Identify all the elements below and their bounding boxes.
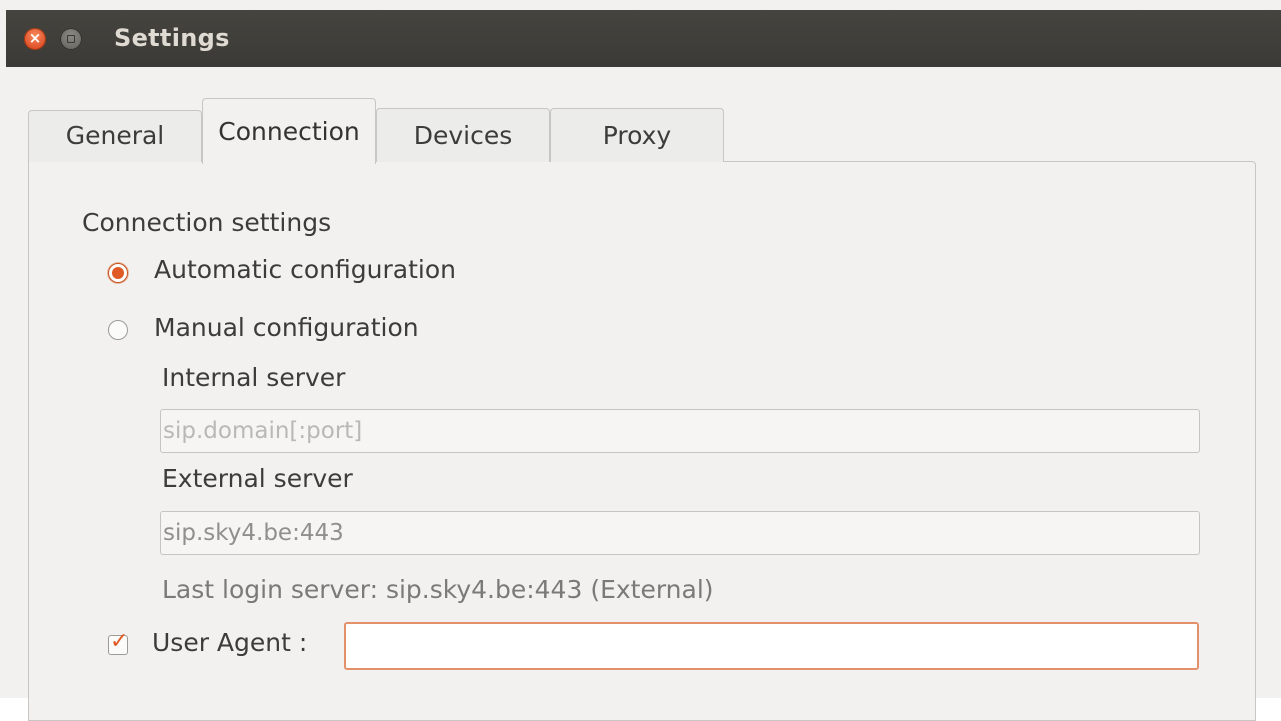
minimize-glyph bbox=[67, 35, 75, 43]
radio-automatic-label[interactable]: Automatic configuration bbox=[154, 255, 456, 284]
settings-window: × Settings General Connection Devices Pr… bbox=[0, 0, 1281, 721]
close-icon[interactable]: × bbox=[24, 28, 46, 50]
user-agent-checkbox[interactable]: ✓ bbox=[108, 630, 128, 655]
user-agent-label[interactable]: User Agent : bbox=[152, 628, 307, 657]
radio-manual-label[interactable]: Manual configuration bbox=[154, 313, 419, 342]
radio-manual-configuration[interactable] bbox=[108, 320, 128, 340]
internal-server-label: Internal server bbox=[162, 363, 346, 392]
external-server-input[interactable] bbox=[160, 511, 1200, 555]
tab-proxy[interactable]: Proxy bbox=[550, 108, 724, 162]
internal-server-input[interactable] bbox=[160, 409, 1200, 453]
tab-general[interactable]: General bbox=[28, 110, 202, 162]
user-agent-input[interactable] bbox=[344, 622, 1199, 670]
window-title: Settings bbox=[114, 24, 230, 52]
radio-automatic-configuration[interactable] bbox=[108, 263, 128, 283]
last-login-server-text: Last login server: sip.sky4.be:443 (Exte… bbox=[162, 575, 714, 604]
external-server-label: External server bbox=[162, 464, 353, 493]
title-bar: × Settings bbox=[6, 10, 1281, 67]
section-title: Connection settings bbox=[82, 208, 332, 237]
minimize-icon[interactable] bbox=[60, 28, 82, 50]
tab-devices[interactable]: Devices bbox=[376, 108, 550, 162]
checkmark-icon: ✓ bbox=[110, 629, 129, 654]
radio-selected-dot bbox=[112, 267, 124, 279]
tab-connection[interactable]: Connection bbox=[202, 98, 376, 164]
